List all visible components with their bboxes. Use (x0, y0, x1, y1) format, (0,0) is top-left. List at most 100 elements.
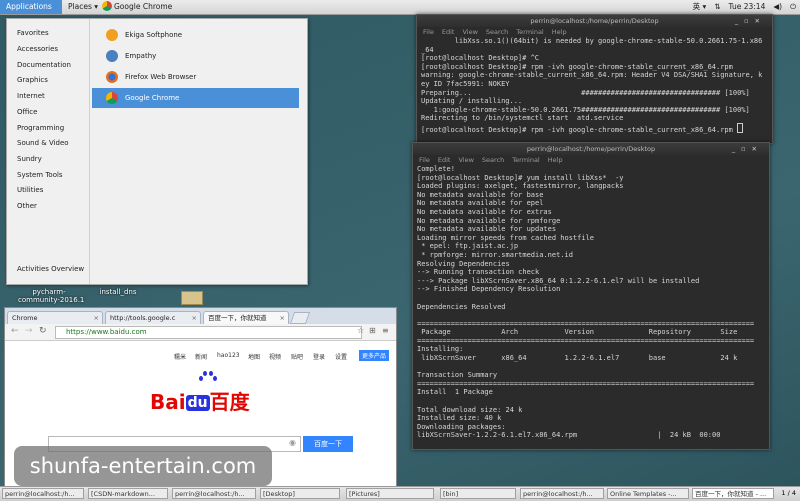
close-icon[interactable]: × (192, 312, 197, 324)
camera-icon[interactable]: ◉ (289, 438, 296, 447)
taskbar-item[interactable]: Online Templates -... (607, 488, 689, 499)
extension-icon[interactable]: ⊞ (369, 326, 376, 335)
app-google-chrome[interactable]: Google Chrome (92, 88, 299, 108)
menu-terminal[interactable]: Terminal (512, 156, 539, 164)
browser-tab[interactable]: http://tools.google.c × (105, 311, 201, 324)
terminal-window-2[interactable]: perrin@localhost:/home/perrin/Desktop _▫✕… (412, 142, 770, 450)
nav-link[interactable]: 设置 (335, 352, 347, 361)
menu-search[interactable]: Search (486, 28, 508, 36)
input-method-indicator[interactable]: 英 ▾ (693, 0, 707, 14)
terminal-output[interactable]: Complete! [root@localhost Desktop]# yum i… (413, 165, 769, 440)
menu-terminal[interactable]: Terminal (516, 28, 543, 36)
nav-link[interactable]: 视频 (269, 352, 281, 361)
category-utilities[interactable]: Utilities (17, 186, 43, 194)
menu-help[interactable]: Help (552, 28, 567, 36)
category-system-tools[interactable]: System Tools (17, 171, 63, 179)
folder-icon[interactable] (181, 291, 203, 305)
terminal-line: libXScrnSaver x86_64 1.2.2-6.1.el7 base … (417, 354, 738, 363)
menu-search[interactable]: Search (482, 156, 504, 164)
terminal-line: [root@localhost Desktop]# yum install li… (417, 173, 624, 182)
nav-link[interactable]: hao123 (217, 352, 240, 359)
tab-title: http://tools.google.c (110, 314, 176, 322)
nav-link[interactable]: 登录 (313, 352, 325, 361)
category-other[interactable]: Other (17, 202, 37, 210)
category-programming[interactable]: Programming (17, 124, 64, 132)
close-icon[interactable]: × (280, 312, 285, 324)
category-internet[interactable]: Internet (17, 92, 45, 100)
workspace-indicator[interactable]: 1 / 4 (781, 489, 796, 497)
power-icon[interactable]: ⏻ (790, 0, 796, 14)
clock[interactable]: Tue 23:14 (729, 0, 766, 14)
baidu-logo[interactable]: Bai du 百度 (150, 371, 250, 415)
taskbar-item-active[interactable]: 百度一下，你就知道 - ... (692, 488, 774, 499)
menu-help[interactable]: Help (548, 156, 563, 164)
terminal-line: Installed size: 40 k (417, 414, 502, 423)
search-button[interactable]: 百度一下 (303, 436, 353, 452)
terminal-line: Updating / installing... (421, 97, 523, 106)
taskbar-item[interactable]: perrin@localhost:/h... (2, 488, 84, 499)
applications-menu-button[interactable]: Applications ▾ (0, 0, 62, 25)
nav-link[interactable]: 地图 (248, 352, 260, 361)
close-icon[interactable]: × (94, 312, 99, 324)
system-tray[interactable]: 英 ▾ ⇅ Tue 23:14 ◀) ⏻ (693, 0, 796, 14)
nav-link[interactable]: 贴吧 (291, 352, 303, 361)
category-sound-video[interactable]: Sound & Video (17, 139, 69, 147)
address-bar[interactable]: https://www.baidu.com (55, 326, 362, 339)
more-products-button[interactable]: 更多产品 (359, 350, 390, 361)
terminal-line: Loading mirror speeds from cached hostfi… (417, 233, 595, 242)
window-controls[interactable]: _▫✕ (732, 143, 763, 155)
menu-view[interactable]: View (462, 28, 477, 36)
bookmark-star-icon[interactable]: ☆ (357, 326, 364, 335)
taskbar-item[interactable]: perrin@localhost:/h... (520, 488, 604, 499)
terminal-line: [root@localhost Desktop]# rpm -ivh googl… (421, 122, 772, 135)
category-graphics[interactable]: Graphics (17, 76, 48, 84)
browser-tab[interactable]: Chrome × (7, 311, 103, 324)
reload-icon[interactable]: ↻ (39, 326, 47, 336)
new-tab-button[interactable] (289, 312, 311, 324)
places-menu-button[interactable]: Places ▾ (68, 0, 98, 14)
taskbar-item[interactable]: [Pictures] (346, 488, 434, 499)
back-icon[interactable]: ← (11, 326, 19, 336)
terminal-line: Preparing... ###########################… (421, 88, 750, 97)
activities-overview-link[interactable]: Activities Overview (17, 265, 84, 273)
forward-icon[interactable]: → (25, 326, 33, 336)
nav-link[interactable]: 糯米 (174, 352, 186, 361)
app-firefox[interactable]: Firefox Web Browser (92, 67, 299, 87)
app-empathy[interactable]: Empathy (92, 46, 299, 66)
browser-tab-active[interactable]: 百度一下，你就知道 × (203, 311, 289, 324)
active-app-menu[interactable]: Google Chrome (102, 0, 172, 14)
app-label: Google Chrome (125, 94, 180, 102)
menu-file[interactable]: File (423, 28, 434, 36)
category-sundry[interactable]: Sundry (17, 155, 42, 163)
bottom-panel: perrin@localhost:/h... [CSDN-markdown...… (0, 486, 800, 501)
menu-file[interactable]: File (419, 156, 430, 164)
category-documentation[interactable]: Documentation (17, 61, 71, 69)
menu-icon[interactable]: ≡ (382, 326, 389, 335)
tab-title: 百度一下，你就知道 (208, 314, 267, 322)
category-favorites[interactable]: Favorites (17, 29, 49, 37)
logo-text: du (185, 395, 210, 411)
category-office[interactable]: Office (17, 108, 37, 116)
menu-view[interactable]: View (458, 156, 473, 164)
taskbar-item[interactable]: [bin] (440, 488, 516, 499)
category-accessories[interactable]: Accessories (17, 45, 58, 53)
volume-icon[interactable]: ◀) (773, 0, 782, 14)
taskbar-item[interactable]: perrin@localhost:/h... (172, 488, 256, 499)
menu-edit[interactable]: Edit (442, 28, 455, 36)
menu-edit[interactable]: Edit (438, 156, 451, 164)
nav-link[interactable]: 新闻 (195, 352, 207, 361)
taskbar-item[interactable]: [Desktop] (260, 488, 340, 499)
app-ekiga-softphone[interactable]: Ekiga Softphone (92, 25, 299, 45)
terminal-output[interactable]: libXss.so.1()(64bit) is needed by google… (417, 37, 772, 135)
desktop-icon-pycharm[interactable]: pycharm- community-2016.1 (18, 288, 84, 304)
terminal-window-1[interactable]: perrin@localhost:/home/perrin/Desktop _▫✕… (416, 14, 773, 144)
chrome-icon (106, 92, 118, 104)
window-titlebar[interactable]: perrin@localhost:/home/perrin/Desktop _▫✕ (417, 15, 772, 27)
taskbar-item[interactable]: [CSDN-markdown... (88, 488, 168, 499)
network-icon[interactable]: ⇅ (714, 0, 720, 14)
empathy-icon (106, 50, 118, 62)
desktop-icon-install-dns[interactable]: install_dns (94, 288, 142, 296)
window-controls[interactable]: _▫✕ (735, 15, 766, 27)
window-titlebar[interactable]: perrin@localhost:/home/perrin/Desktop _▫✕ (413, 143, 769, 155)
